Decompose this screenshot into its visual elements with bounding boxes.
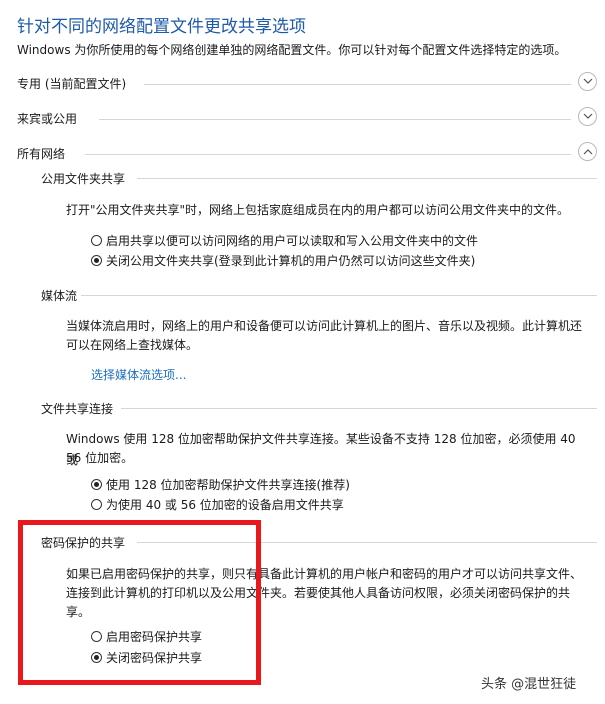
chevron-down-icon xyxy=(583,113,592,119)
highlight-box xyxy=(18,520,261,685)
chevron-up-icon xyxy=(583,149,592,155)
profile-guest-label: 来宾或公用 xyxy=(17,112,78,126)
section-heading: 媒体流 xyxy=(41,289,78,303)
radio-label[interactable]: 使用 128 位加密帮助保护文件共享连接(推荐) xyxy=(106,476,350,493)
media-description-line1: 当媒体流启用时，网络上的用户和设备便可以访问此计算机上的图片、音乐以及视频。此计… xyxy=(66,319,583,333)
profile-private-expand-button[interactable] xyxy=(578,72,597,91)
profile-private-header[interactable]: 专用 (当前配置文件) xyxy=(17,72,597,96)
radio-button[interactable] xyxy=(91,478,102,490)
radio-encryption-40-56[interactable]: 为使用 40 或 56 位加密的设备启用文件共享 xyxy=(91,495,344,513)
profile-guest-expand-button[interactable] xyxy=(578,107,597,126)
radio-public-folder-on[interactable]: 启用共享以便可以访问网络的用户可以读取和写入公用文件夹中的文件 xyxy=(91,231,478,249)
divider xyxy=(85,154,571,155)
profile-all-collapse-button[interactable] xyxy=(578,142,597,161)
watermark: 头条 @混世狂徒 xyxy=(481,677,577,692)
media-streaming-options-link[interactable]: 选择媒体流选项... xyxy=(91,366,186,383)
media-description-line2: 可以在网络上查找媒体。 xyxy=(66,338,199,352)
section-heading: 公用文件夹共享 xyxy=(41,172,126,186)
radio-button[interactable] xyxy=(91,234,102,246)
section-file-sharing-header: 文件共享连接 xyxy=(41,400,597,418)
divider xyxy=(144,84,571,85)
radio-label[interactable]: 启用共享以便可以访问网络的用户可以读取和写入公用文件夹中的文件 xyxy=(106,232,478,249)
profile-all-header[interactable]: 所有网络 xyxy=(17,142,597,166)
page-description: Windows 为你所使用的每个网络创建单独的网络配置文件。你可以针对每个配置文… xyxy=(17,43,567,57)
radio-label[interactable]: 为使用 40 或 56 位加密的设备启用文件共享 xyxy=(106,496,344,513)
profile-guest-header[interactable]: 来宾或公用 xyxy=(17,107,597,131)
section-media-header: 媒体流 xyxy=(41,287,597,305)
chevron-down-icon xyxy=(583,78,592,84)
file-sharing-description-line2: 56 位加密。 xyxy=(66,451,134,465)
section-public-folder-header: 公用文件夹共享 xyxy=(41,170,597,188)
radio-encryption-128[interactable]: 使用 128 位加密帮助保护文件共享连接(推荐) xyxy=(91,475,350,493)
radio-button[interactable] xyxy=(91,254,102,266)
page-title: 针对不同的网络配置文件更改共享选项 xyxy=(17,17,306,37)
profile-all-label: 所有网络 xyxy=(17,147,66,161)
section-heading: 文件共享连接 xyxy=(41,402,114,416)
radio-public-folder-off[interactable]: 关闭公用文件夹共享(登录到此计算机的用户仍然可以访问这些文件夹) xyxy=(91,251,475,269)
radio-button[interactable] xyxy=(91,498,102,510)
divider xyxy=(121,408,597,409)
profile-private-label: 专用 (当前配置文件) xyxy=(17,77,127,91)
public-folder-description: 打开"公用文件夹共享"时，网络上包括家庭组成员在内的用户都可以访问公用文件夹中的… xyxy=(66,203,570,217)
divider xyxy=(99,119,571,120)
radio-label[interactable]: 关闭公用文件夹共享(登录到此计算机的用户仍然可以访问这些文件夹) xyxy=(106,252,475,269)
divider xyxy=(137,178,597,179)
divider xyxy=(81,295,597,296)
